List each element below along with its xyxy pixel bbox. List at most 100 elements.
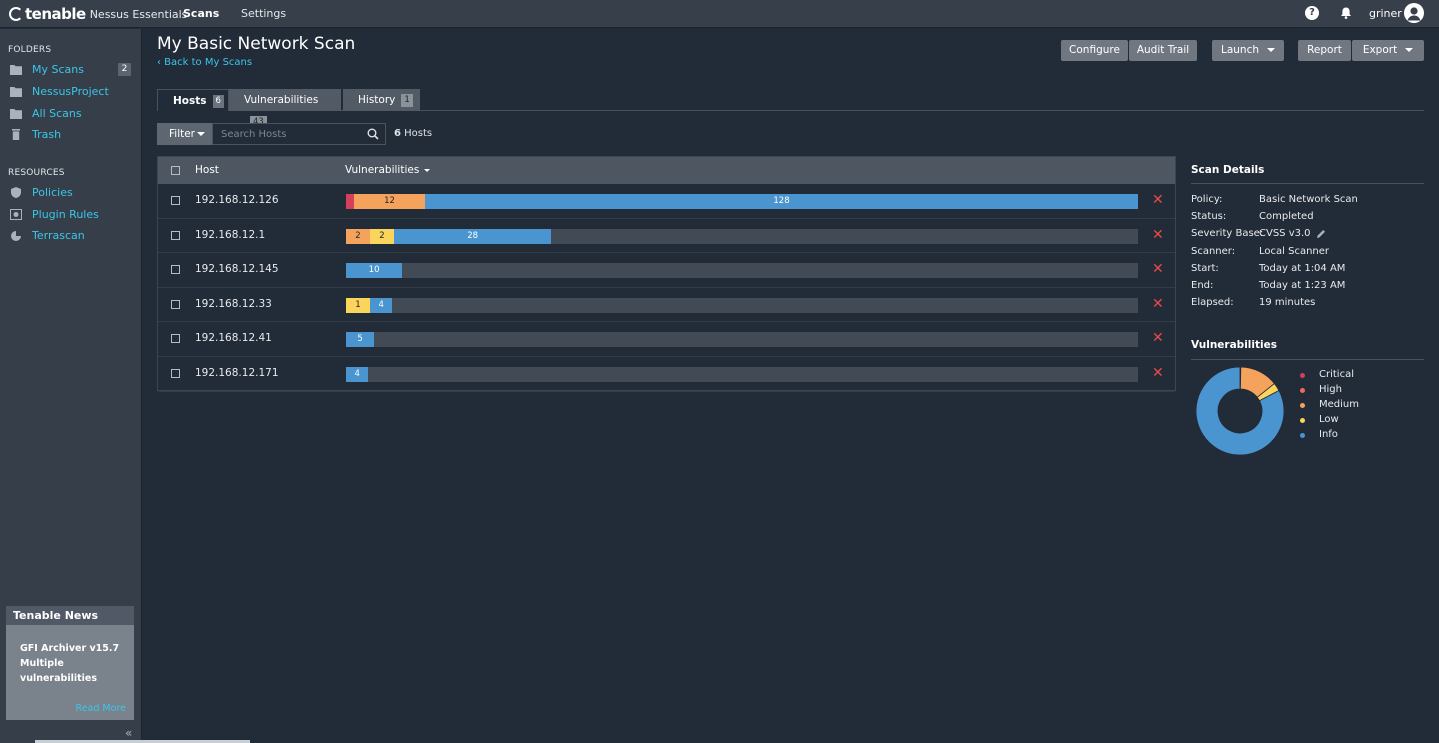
bar-segment-info[interactable]: 28 xyxy=(394,228,552,244)
user-avatar-icon[interactable] xyxy=(1404,3,1424,23)
bar-segment-low[interactable]: 2 xyxy=(370,228,394,244)
delete-host-icon[interactable]: ✕ xyxy=(1152,296,1164,312)
bar-segment-info[interactable]: 10 xyxy=(346,263,403,279)
row-checkbox[interactable] xyxy=(171,334,180,344)
vulnerability-bar[interactable]: 4 xyxy=(346,367,1138,382)
detail-key: Elapsed: xyxy=(1191,297,1234,309)
host-ip[interactable]: 192.168.12.126 xyxy=(195,194,279,206)
configure-button[interactable]: Configure xyxy=(1061,40,1128,61)
host-ip[interactable]: 192.168.12.145 xyxy=(195,263,279,275)
report-button[interactable]: Report xyxy=(1298,40,1351,61)
back-to-my-scans-link[interactable]: ‹ Back to My Scans xyxy=(157,57,252,68)
sidebar-item-terrascan[interactable]: Terrascan xyxy=(0,226,142,246)
table-row[interactable]: 192.168.12.1 2 2 28 ✕ xyxy=(158,219,1175,254)
table-row[interactable]: 192.168.12.171 4 ✕ xyxy=(158,357,1175,392)
vulnerability-bar[interactable]: 5 xyxy=(346,332,1138,348)
row-checkbox[interactable] xyxy=(171,299,180,309)
delete-host-icon[interactable]: ✕ xyxy=(1152,227,1164,243)
row-checkbox[interactable] xyxy=(171,230,180,240)
tab-history[interactable]: History 1 xyxy=(343,89,420,111)
nav-scans[interactable]: Scans xyxy=(183,7,219,20)
tab-vulnerabilities[interactable]: Vulnerabilities43 xyxy=(229,89,341,129)
vulnerability-bar[interactable]: 14 xyxy=(346,297,1138,313)
legend-dot-icon xyxy=(1300,433,1305,438)
search-hosts-input[interactable] xyxy=(212,123,386,145)
host-count-number: 6 xyxy=(394,128,401,139)
launch-label: Launch xyxy=(1220,44,1260,56)
sidebar-item-nessusproject[interactable]: NessusProject xyxy=(0,82,142,102)
detail-key: Severity Base: xyxy=(1191,228,1264,240)
host-ip[interactable]: 192.168.12.33 xyxy=(195,298,272,310)
terrascan-icon xyxy=(11,231,21,241)
filter-button[interactable]: Filter xyxy=(157,123,212,145)
bar-segment-medium[interactable]: 12 xyxy=(354,194,425,209)
sidebar-item-my-scans[interactable]: My Scans 2 xyxy=(0,60,142,80)
row-checkbox[interactable] xyxy=(171,265,180,275)
delete-host-icon[interactable]: ✕ xyxy=(1152,365,1164,381)
launch-button[interactable]: Launch xyxy=(1212,40,1284,61)
vulnerability-bar[interactable]: 10 xyxy=(346,263,1138,279)
bar-segment-info[interactable]: 4 xyxy=(370,297,393,313)
sidebar-item-label: Trash xyxy=(32,128,62,141)
sidebar-item-policies[interactable]: Policies xyxy=(0,183,142,203)
sidebar-item-all-scans[interactable]: All Scans xyxy=(0,104,142,124)
sidebar-item-label: Policies xyxy=(32,186,73,199)
select-all-checkbox[interactable] xyxy=(171,166,180,175)
table-row[interactable]: 192.168.12.145 10 ✕ xyxy=(158,253,1175,288)
sidebar-item-label: All Scans xyxy=(32,107,82,120)
host-ip[interactable]: 192.168.12.41 xyxy=(195,332,272,344)
column-header-vulnerabilities[interactable]: Vulnerabilities xyxy=(345,164,431,176)
bar-segment-info[interactable]: 4 xyxy=(346,367,369,382)
bell-icon[interactable] xyxy=(1339,6,1353,20)
export-label: Export xyxy=(1362,44,1398,56)
host-ip[interactable]: 192.168.12.1 xyxy=(195,229,265,241)
audit-trail-button[interactable]: Audit Trail xyxy=(1129,40,1197,61)
bar-segment-info[interactable]: 128 xyxy=(425,194,1138,209)
column-header-host[interactable]: Host xyxy=(195,164,219,176)
vulnerabilities-donut-chart xyxy=(1196,367,1284,455)
host-ip[interactable]: 192.168.12.171 xyxy=(195,367,279,379)
delete-host-icon[interactable]: ✕ xyxy=(1152,330,1164,346)
search-icon[interactable] xyxy=(367,128,379,140)
nav-settings[interactable]: Settings xyxy=(241,7,286,20)
tenable-logo[interactable]: tenable Nessus Essentials xyxy=(9,5,187,23)
news-heading: Tenable News xyxy=(6,606,134,625)
table-row[interactable]: 192.168.12.41 5 ✕ xyxy=(158,322,1175,357)
folder-icon xyxy=(10,87,22,97)
detail-key: End: xyxy=(1191,280,1214,291)
detail-value: Today at 1:23 AM xyxy=(1259,280,1346,291)
delete-host-icon[interactable]: ✕ xyxy=(1152,192,1164,208)
delete-host-icon[interactable]: ✕ xyxy=(1152,261,1164,277)
sidebar-item-label: Terrascan xyxy=(32,229,85,242)
vulnerability-bar[interactable]: 12 128 xyxy=(346,194,1138,209)
help-icon[interactable]: ? xyxy=(1305,6,1319,20)
row-checkbox[interactable] xyxy=(171,369,180,378)
sidebar-item-plugin-rules[interactable]: Plugin Rules xyxy=(0,205,142,225)
news-headline[interactable]: GFI Archiver v15.7 Multiple vulnerabilit… xyxy=(20,641,120,686)
tab-hosts[interactable]: Hosts 6 xyxy=(157,89,229,111)
host-count-label: 6 Hosts xyxy=(394,128,432,139)
news-read-more-link[interactable]: Read More xyxy=(76,703,126,714)
collapse-sidebar-icon[interactable]: « xyxy=(125,726,132,740)
user-name[interactable]: griner xyxy=(1369,7,1402,20)
edit-pencil-icon[interactable] xyxy=(1316,229,1326,239)
table-row[interactable]: 192.168.12.126 12 128 ✕ xyxy=(158,184,1175,219)
table-row[interactable]: 192.168.12.33 1 4 ✕ xyxy=(158,288,1175,323)
detail-value: Today at 1:04 AM xyxy=(1259,262,1346,274)
detail-key: Status: xyxy=(1191,211,1227,223)
export-button[interactable]: Export xyxy=(1352,40,1424,61)
scan-details-divider xyxy=(1191,183,1424,184)
tab-label: Hosts xyxy=(173,95,207,107)
legend-dot-icon xyxy=(1300,388,1305,393)
sidebar-item-trash[interactable]: Trash xyxy=(0,125,142,145)
row-checkbox[interactable] xyxy=(171,196,180,205)
bar-segment-medium[interactable]: 2 xyxy=(346,228,370,244)
sidebar-item-label: My Scans xyxy=(32,63,84,76)
bar-segment-info[interactable]: 5 xyxy=(346,332,375,348)
legend-label: Info xyxy=(1319,429,1338,440)
legend-label: Low xyxy=(1319,414,1339,425)
bar-segment-critical[interactable] xyxy=(346,194,354,209)
detail-value: 19 minutes xyxy=(1259,297,1316,309)
vulnerability-bar[interactable]: 2 2 28 xyxy=(346,228,1138,244)
bar-segment-low[interactable]: 1 xyxy=(346,297,370,313)
